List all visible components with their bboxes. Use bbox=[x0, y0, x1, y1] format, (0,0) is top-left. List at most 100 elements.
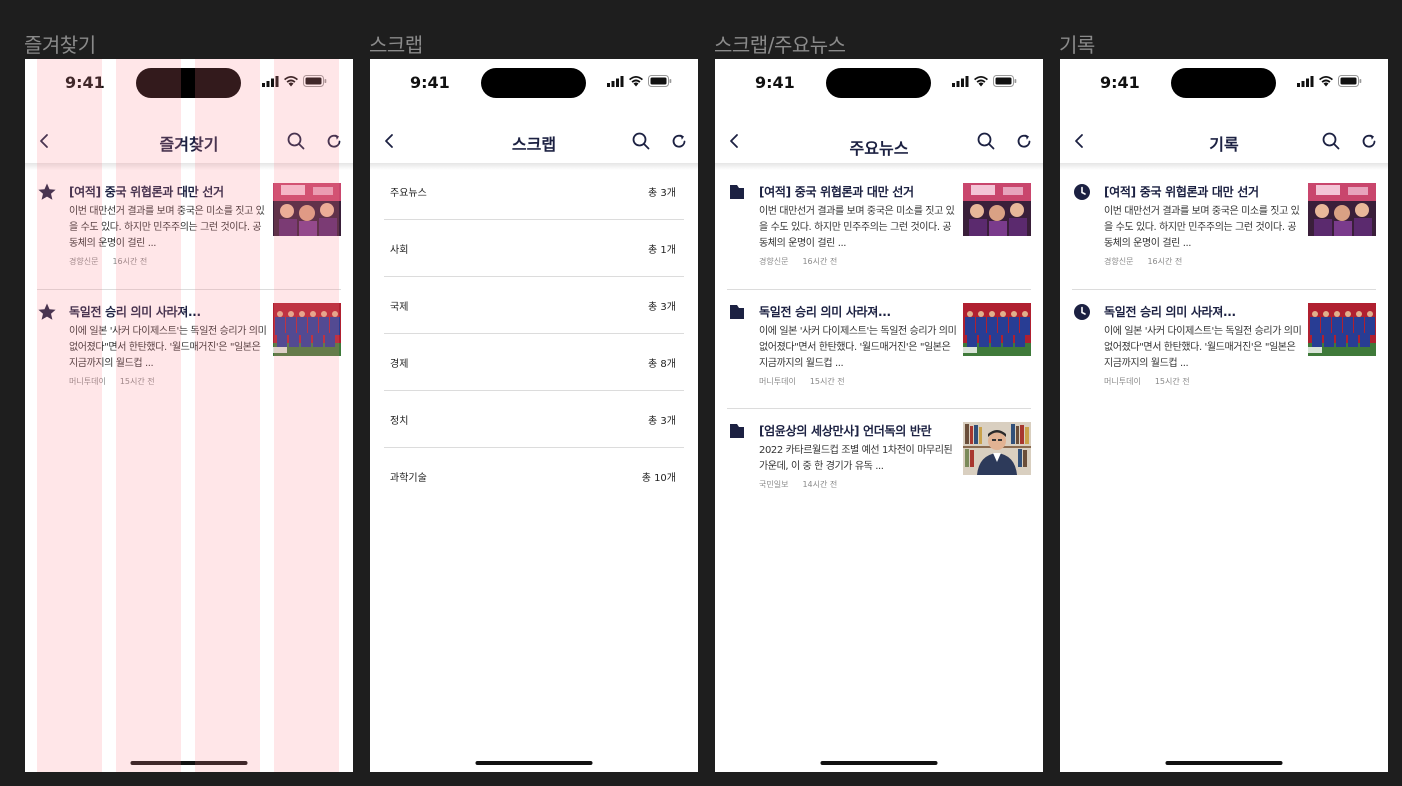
article-time: 15시간 전 bbox=[809, 377, 845, 386]
history-list: [여적] 중국 위협론과 대만 선거 이번 대만선거 결과를 보며 중국은 미소… bbox=[1060, 170, 1388, 408]
refresh-icon bbox=[1362, 134, 1376, 148]
article-source: 국민일보 bbox=[759, 480, 789, 489]
frame-label-scrap: 스크랩 bbox=[369, 33, 423, 57]
category-name: 정치 bbox=[390, 415, 409, 427]
article-thumbnail bbox=[273, 183, 341, 236]
scrap-screen: 9:41 스크랩 주요뉴스 총 3개 사회 총 1개 국제 총 3개 경제 총 … bbox=[370, 59, 698, 772]
folder-icon[interactable] bbox=[728, 303, 746, 321]
nav-divider bbox=[25, 163, 353, 170]
folder-icon[interactable] bbox=[728, 422, 746, 440]
search-icon bbox=[632, 132, 650, 150]
scrap-main-news-screen: 9:41 주요뉴스 [여적] 중국 위협론과 대만 선거 이번 대만선거 결과를 bbox=[715, 59, 1043, 772]
article-item[interactable]: 독일전 승리 의미 사라져... 이에 일본 '사커 다이제스트'는 독일전 승… bbox=[1072, 289, 1376, 408]
refresh-button[interactable] bbox=[668, 130, 690, 152]
search-button[interactable] bbox=[1320, 130, 1342, 152]
home-indicator[interactable] bbox=[820, 761, 938, 765]
wifi-icon bbox=[284, 76, 298, 87]
category-row-main-news[interactable]: 주요뉴스 총 3개 bbox=[384, 163, 684, 220]
status-time: 9:41 bbox=[755, 73, 795, 92]
article-title: 독일전 승리 의미 사라져... bbox=[759, 305, 891, 319]
refresh-icon bbox=[1017, 134, 1031, 148]
status-time: 9:41 bbox=[65, 73, 105, 92]
refresh-button[interactable] bbox=[1013, 130, 1035, 152]
category-name: 사회 bbox=[390, 244, 409, 256]
battery-icon bbox=[303, 75, 327, 87]
article-title: [여적] 중국 위협론과 대만 선거 bbox=[759, 185, 914, 199]
search-icon bbox=[287, 132, 305, 150]
article-time: 15시간 전 bbox=[1154, 377, 1190, 386]
category-count: 총 3개 bbox=[648, 301, 676, 313]
wifi-icon bbox=[974, 76, 988, 87]
star-icon[interactable] bbox=[37, 182, 57, 202]
home-indicator[interactable] bbox=[130, 761, 248, 765]
article-summary: 이번 대만선거 결과를 보며 중국은 미소를 짓고 있을 수도 있다. 하지만 … bbox=[759, 206, 955, 249]
search-icon bbox=[977, 132, 995, 150]
dynamic-island bbox=[136, 68, 241, 98]
status-time: 9:41 bbox=[410, 73, 450, 92]
favorites-list: [여적] 중국 위협론과 대만 선거 이번 대만선거 결과를 보며 중국은 미소… bbox=[25, 170, 353, 408]
signal-icon bbox=[262, 75, 279, 87]
article-source: 머니투데이 bbox=[1104, 377, 1141, 386]
article-source: 경향신문 bbox=[759, 257, 789, 266]
search-button[interactable] bbox=[285, 130, 307, 152]
article-item[interactable]: [엄윤상의 세상만사] 언더독의 반란 2022 카타르월드컵 조별 예선 1차… bbox=[727, 408, 1031, 527]
category-name: 주요뉴스 bbox=[390, 187, 427, 199]
refresh-button[interactable] bbox=[323, 130, 345, 152]
category-row-politics[interactable]: 정치 총 3개 bbox=[384, 391, 684, 448]
frame-label-scrap-main-news: 스크랩/주요뉴스 bbox=[714, 33, 846, 57]
search-button[interactable] bbox=[630, 130, 652, 152]
article-time: 16시간 전 bbox=[1147, 257, 1183, 266]
search-button[interactable] bbox=[975, 130, 997, 152]
frame-label-history: 기록 bbox=[1059, 33, 1095, 57]
folder-icon[interactable] bbox=[728, 183, 746, 201]
signal-icon bbox=[607, 75, 624, 87]
category-name: 국제 bbox=[390, 301, 409, 313]
refresh-icon bbox=[327, 134, 341, 148]
category-row-economy[interactable]: 경제 총 8개 bbox=[384, 334, 684, 391]
category-row-science[interactable]: 과학기술 총 10개 bbox=[384, 448, 684, 505]
article-summary: 이에 일본 '사커 다이제스트'는 독일전 승리가 의미 없어졌다"면서 한탄했… bbox=[759, 326, 957, 369]
category-count: 총 8개 bbox=[648, 358, 676, 370]
status-bar: 9:41 bbox=[25, 59, 353, 105]
battery-icon bbox=[648, 75, 672, 87]
signal-icon bbox=[1297, 75, 1314, 87]
category-count: 총 3개 bbox=[648, 415, 676, 427]
refresh-icon bbox=[672, 134, 686, 148]
category-row-society[interactable]: 사회 총 1개 bbox=[384, 220, 684, 277]
article-thumbnail bbox=[963, 303, 1031, 356]
article-thumbnail bbox=[963, 183, 1031, 236]
status-bar: 9:41 bbox=[715, 59, 1043, 105]
home-indicator[interactable] bbox=[1165, 761, 1283, 765]
article-thumbnail bbox=[963, 422, 1031, 475]
clock-icon[interactable] bbox=[1073, 303, 1091, 321]
article-item[interactable]: [여적] 중국 위협론과 대만 선거 이번 대만선거 결과를 보며 중국은 미소… bbox=[727, 170, 1031, 289]
article-source: 경향신문 bbox=[1104, 257, 1134, 266]
status-bar: 9:41 bbox=[1060, 59, 1388, 105]
article-item[interactable]: 독일전 승리 의미 사라져... 이에 일본 '사커 다이제스트'는 독일전 승… bbox=[727, 289, 1031, 408]
article-summary: 이에 일본 '사커 다이제스트'는 독일전 승리가 의미 없어졌다"면서 한탄했… bbox=[1104, 326, 1302, 369]
nav-divider bbox=[715, 163, 1043, 170]
article-item[interactable]: [여적] 중국 위협론과 대만 선거 이번 대만선거 결과를 보며 중국은 미소… bbox=[1072, 170, 1376, 289]
article-time: 16시간 전 bbox=[112, 257, 148, 266]
main-news-list: [여적] 중국 위협론과 대만 선거 이번 대만선거 결과를 보며 중국은 미소… bbox=[715, 170, 1043, 527]
home-indicator[interactable] bbox=[475, 761, 593, 765]
article-summary: 이번 대만선거 결과를 보며 중국은 미소를 짓고 있을 수도 있다. 하지만 … bbox=[69, 206, 265, 249]
article-title: [엄윤상의 세상만사] 언더독의 반란 bbox=[759, 424, 932, 438]
clock-icon[interactable] bbox=[1073, 183, 1091, 201]
refresh-button[interactable] bbox=[1358, 130, 1380, 152]
category-count: 총 10개 bbox=[641, 473, 676, 484]
article-title: [여적] 중국 위협론과 대만 선거 bbox=[1104, 185, 1259, 199]
frame-label-favorites: 즐겨찾기 bbox=[24, 33, 96, 57]
category-row-international[interactable]: 국제 총 3개 bbox=[384, 277, 684, 334]
category-count: 총 1개 bbox=[648, 244, 676, 256]
battery-icon bbox=[993, 75, 1017, 87]
battery-icon bbox=[1338, 75, 1362, 87]
article-time: 14시간 전 bbox=[802, 480, 838, 489]
signal-icon bbox=[952, 75, 969, 87]
status-bar: 9:41 bbox=[370, 59, 698, 105]
article-item[interactable]: [여적] 중국 위협론과 대만 선거 이번 대만선거 결과를 보며 중국은 미소… bbox=[37, 170, 341, 289]
article-item[interactable]: 독일전 승리 의미 사라져... 이에 일본 '사커 다이제스트'는 독일전 승… bbox=[37, 289, 341, 408]
article-time: 16시간 전 bbox=[802, 257, 838, 266]
category-name: 경제 bbox=[390, 358, 409, 370]
star-icon[interactable] bbox=[37, 302, 57, 322]
